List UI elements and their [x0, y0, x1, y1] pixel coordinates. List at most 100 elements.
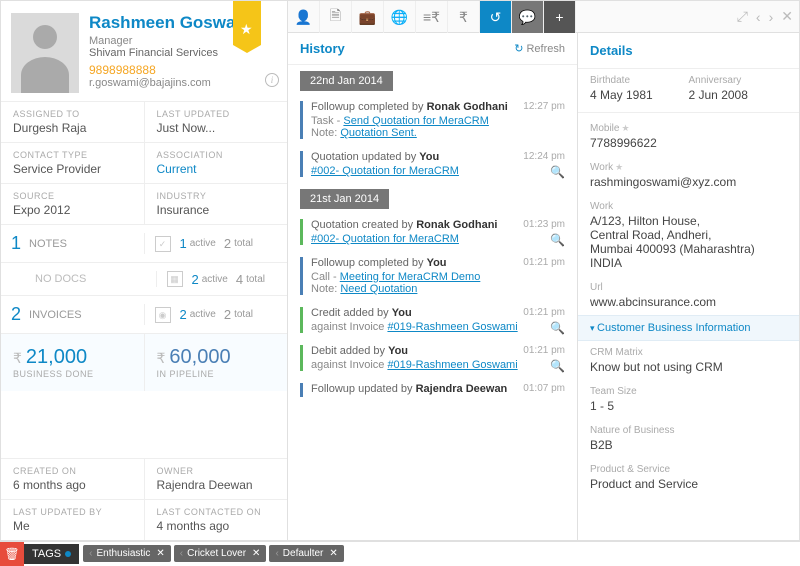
history-link[interactable]: #002- Quotation for MeraCRM [311, 165, 459, 177]
contact-role: Manager [89, 35, 255, 47]
toolbar-globe-icon[interactable]: 🌐 [384, 1, 416, 33]
next-icon[interactable]: › [769, 9, 774, 25]
history-item[interactable]: Quotation created by Ronak Godhani#002- … [288, 213, 577, 251]
refresh-button[interactable]: Refresh [514, 42, 565, 55]
toolbar-user-icon[interactable]: 👤 [288, 1, 320, 33]
in-pipeline: ₹60,000IN PIPELINE [144, 334, 288, 391]
history-link[interactable]: #019-Rashmeen Goswami [387, 359, 517, 371]
active-total-stat: ✓1active2total [144, 233, 288, 254]
meta-value: Insurance [157, 203, 276, 217]
history-item[interactable]: Quotation updated by You#002- Quotation … [288, 145, 577, 183]
history-time: 12:24 pm [523, 151, 565, 162]
toolbar-chat-icon[interactable]: 💬 [512, 1, 544, 33]
history-link[interactable]: Send Quotation for MeraCRM [343, 115, 489, 127]
prev-icon[interactable]: ‹ [756, 9, 761, 25]
favorite-ribbon[interactable] [233, 1, 261, 45]
expand-icon[interactable]: ⤢ [737, 8, 748, 25]
history-list: 22nd Jan 2014 Followup completed by Ronak… [288, 65, 577, 540]
remove-tag-icon[interactable]: ✕ [156, 548, 164, 559]
toolbar-doc-icon[interactable]: 🗎 [320, 1, 352, 33]
footer-value: 4 months ago [157, 519, 276, 533]
globe-icon: ◉ [155, 307, 171, 323]
birthdate-value: 4 May 1981 [590, 88, 689, 102]
biz-value: B2B [590, 438, 787, 452]
meta-label: ASSIGNED TO [13, 109, 132, 119]
business-info-accordion[interactable]: Customer Business Information [578, 315, 799, 341]
anniversary-label: Anniversary [689, 75, 788, 86]
history-item[interactable]: Followup updated by Rajendra Deewan01:07… [288, 377, 577, 403]
magnify-icon[interactable]: 🔍 [550, 165, 565, 179]
mobile-label: Mobile★ [590, 123, 787, 134]
toolbar-rupee-icon[interactable]: ₹ [448, 1, 480, 33]
tags-bar: 🗑 TAGS Enthusiastic✕Cricket Lover✕Defaul… [0, 541, 800, 565]
history-link[interactable]: #019-Rashmeen Goswami [387, 321, 517, 333]
close-icon[interactable]: ✕ [781, 8, 793, 25]
toolbar-briefcase-icon[interactable]: 💼 [352, 1, 384, 33]
history-time: 01:07 pm [523, 383, 565, 394]
work-addr-label: Work [590, 201, 787, 212]
history-time: 01:23 pm [523, 219, 565, 230]
date-header: 22nd Jan 2014 [300, 71, 393, 91]
toolbar-add-button[interactable]: + [544, 1, 576, 33]
contact-company: Shivam Financial Services [89, 47, 255, 59]
meta-label: SOURCE [13, 191, 132, 201]
tag-chip[interactable]: Enthusiastic✕ [83, 545, 171, 562]
remove-tag-icon[interactable]: ✕ [252, 548, 260, 559]
footer-value: Rajendra Deewan [157, 478, 276, 492]
remove-tag-icon[interactable]: ✕ [329, 548, 337, 559]
meta-value[interactable]: Current [157, 162, 276, 176]
toolbar-history-icon[interactable]: ↺ [480, 1, 512, 33]
history-item[interactable]: Debit added by Youagainst Invoice #019-R… [288, 339, 577, 377]
notes-stat[interactable]: 1NOTES [1, 233, 144, 254]
info-icon[interactable]: i [265, 73, 279, 87]
history-link[interactable]: #002- Quotation for MeraCRM [311, 233, 459, 245]
footer-label: LAST CONTACTED ON [157, 507, 276, 517]
history-item[interactable]: Followup completed by Ronak GodhaniTask … [288, 95, 577, 145]
history-link[interactable]: Need Quotation [340, 283, 417, 295]
history-time: 01:21 pm [523, 345, 565, 356]
date-header: 21st Jan 2014 [300, 189, 389, 209]
history-time: 12:27 pm [523, 101, 565, 112]
meta-value: Durgesh Raja [13, 121, 132, 135]
footer-label: CREATED ON [13, 466, 132, 476]
meta-value: Expo 2012 [13, 203, 132, 217]
contact-phone[interactable]: 9898988888 [89, 63, 255, 77]
footer-value: Me [13, 519, 132, 533]
footer-label: OWNER [157, 466, 276, 476]
magnify-icon[interactable]: 🔍 [550, 233, 565, 247]
tag-chip[interactable]: Defaulter✕ [269, 545, 343, 562]
biz-label: Product & Service [590, 464, 787, 475]
anniversary-value: 2 Jun 2008 [689, 88, 788, 102]
history-link[interactable]: Meeting for MeraCRM Demo [340, 271, 481, 283]
toolbar-list-icon[interactable]: ≡₹ [416, 1, 448, 33]
mobile-value: 7788996622 [590, 136, 787, 150]
check-icon: ✓ [155, 236, 171, 252]
meta-label: CONTACT TYPE [13, 150, 132, 160]
meta-label: LAST UPDATED [157, 109, 276, 119]
meta-value: Service Provider [13, 162, 132, 176]
history-title: History [300, 41, 345, 56]
details-title: Details [578, 33, 799, 69]
history-link[interactable]: Quotation Sent. [340, 127, 416, 139]
biz-value: Know but not using CRM [590, 360, 787, 374]
history-item[interactable]: Credit added by Youagainst Invoice #019-… [288, 301, 577, 339]
history-time: 01:21 pm [523, 307, 565, 318]
invoices-stat[interactable]: 2INVOICES [1, 304, 144, 325]
contact-name[interactable]: Rashmeen Goswami [89, 13, 255, 33]
biz-label: Team Size [590, 386, 787, 397]
nodocs-stat[interactable]: NO DOCS [1, 271, 156, 287]
contact-email[interactable]: r.goswami@bajajins.com [89, 77, 255, 89]
avatar[interactable] [11, 13, 79, 93]
url-label: Url [590, 282, 787, 293]
delete-tag-icon[interactable]: 🗑 [0, 542, 24, 566]
magnify-icon[interactable]: 🔍 [550, 359, 565, 373]
tag-chip[interactable]: Cricket Lover✕ [174, 545, 267, 562]
active-total-stat: ◉2active2total [144, 304, 288, 325]
magnify-icon[interactable]: 🔍 [550, 321, 565, 335]
tags-label: TAGS [24, 544, 79, 564]
business-done: ₹21,000BUSINESS DONE [1, 334, 144, 391]
url-value[interactable]: www.abcinsurance.com [590, 295, 787, 309]
footer-label: LAST UPDATED BY [13, 507, 132, 517]
footer-value: 6 months ago [13, 478, 132, 492]
history-item[interactable]: Followup completed by YouCall - Meeting … [288, 251, 577, 301]
